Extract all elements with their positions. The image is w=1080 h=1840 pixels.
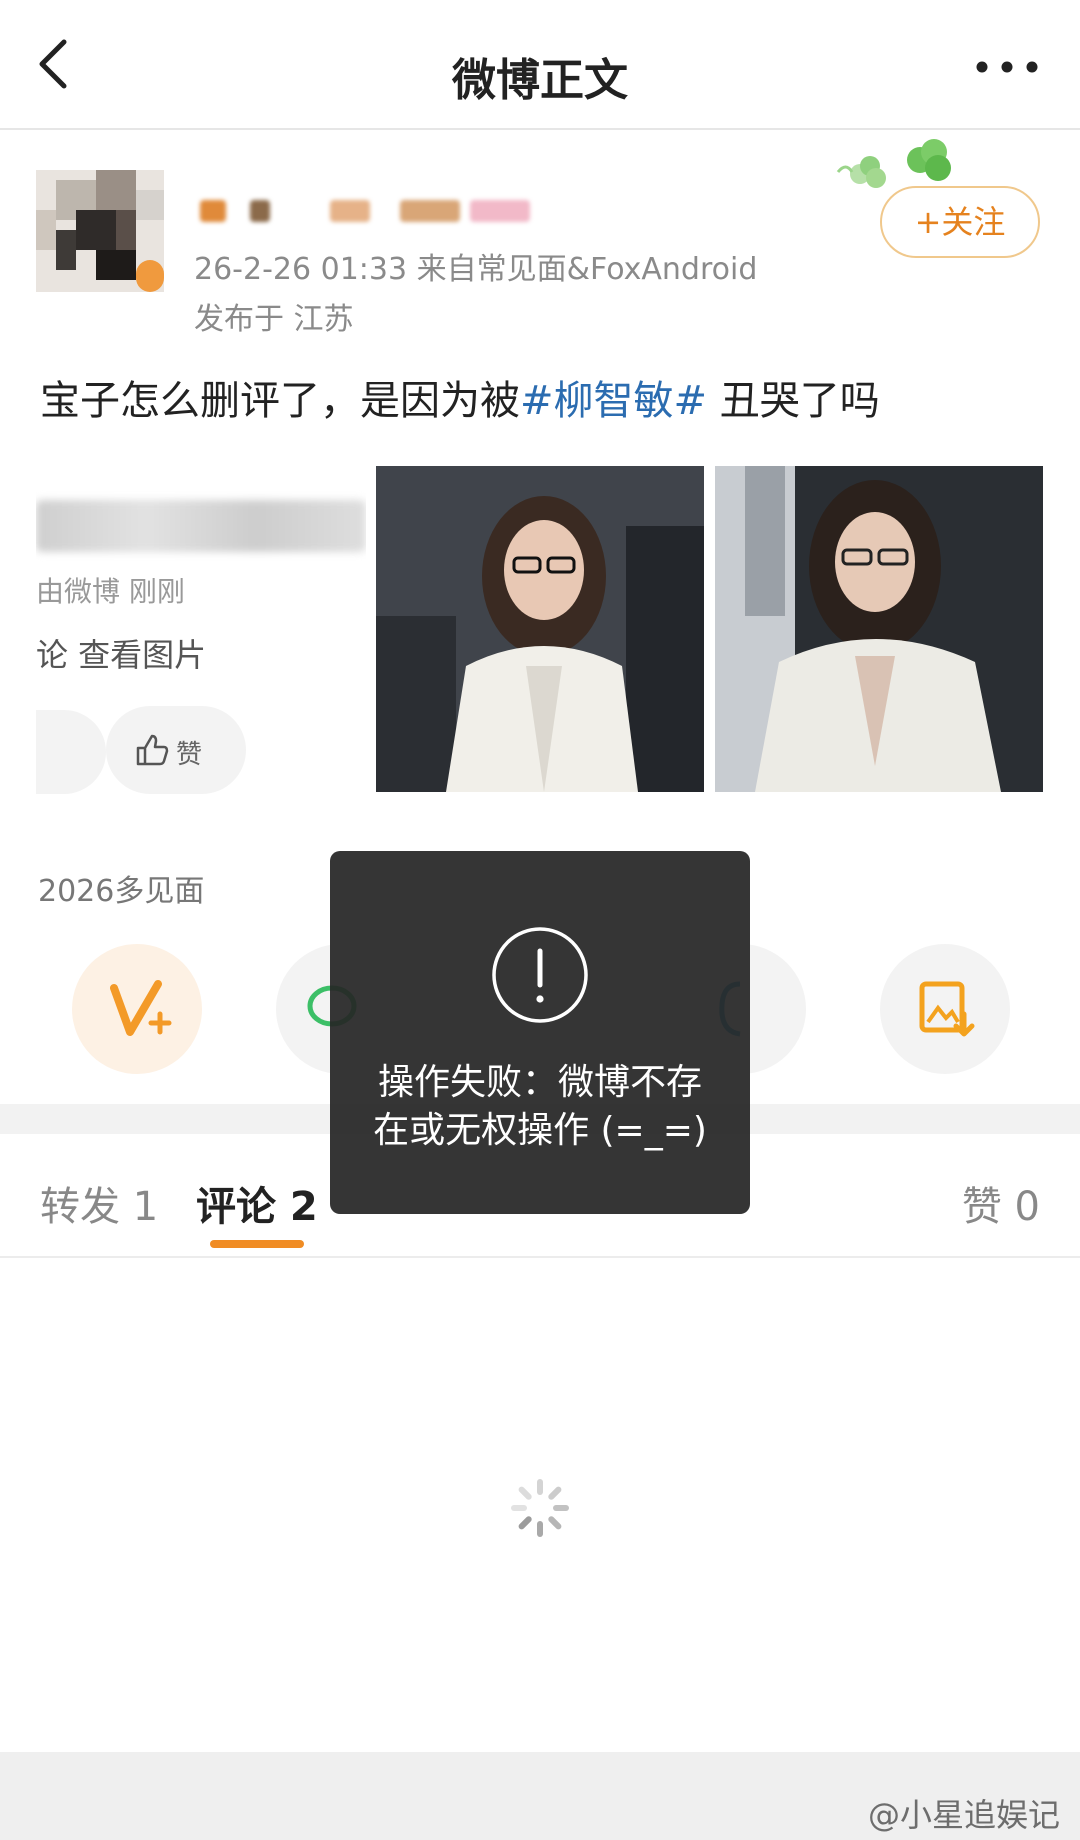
page-title: 微博正文	[452, 55, 628, 106]
quoted-post-snippet[interactable]: 由微博 刚刚 论 查看图片 赞	[36, 480, 366, 820]
tab-repost[interactable]: 转发 1	[40, 1174, 158, 1232]
snippet-source: 由微博 刚刚	[36, 575, 185, 608]
loading-spinner-icon	[511, 1479, 569, 1537]
toast-message-line1: 操作失败：微博不存	[377, 1062, 702, 1103]
save-image-icon	[919, 981, 975, 1037]
hint-text: 2026多见面	[38, 874, 205, 909]
more-dots-icon[interactable]	[972, 52, 1042, 82]
post-text-start: 宝子怎么删评了，是因为被	[40, 378, 520, 424]
snippet-like-label: 赞	[176, 740, 203, 770]
post-location: 发布于 江苏	[194, 302, 354, 337]
snippet-action-pill[interactable]	[36, 710, 106, 794]
post-timestamp-source: 26-2-26 01:33 来自常见面&FoxAndroid	[194, 252, 758, 287]
exclamation-icon	[492, 927, 588, 1023]
photo-illustration	[376, 466, 704, 792]
weibo-post-page: 微博正文 26-2-26 01:33 来自常见面&FoxAndroid 发布于 …	[0, 0, 1080, 1840]
follow-button[interactable]: +关注	[880, 186, 1040, 258]
post-text-end: 丑哭了吗	[707, 378, 880, 424]
view-images-link[interactable]: 论 查看图片	[36, 630, 206, 676]
toast-message-line2: 在或无权操作 (=_=)	[373, 1110, 707, 1151]
blurred-text	[36, 500, 366, 552]
error-toast: 操作失败：微博不存 在或无权操作 (=_=)	[330, 851, 750, 1214]
tab-like[interactable]: 赞 0	[962, 1174, 1040, 1232]
active-tab-indicator	[210, 1240, 304, 1248]
snippet-like-button[interactable]: 赞	[106, 706, 246, 794]
author-name[interactable]	[200, 192, 530, 226]
post-image-1[interactable]	[376, 466, 704, 792]
avatar[interactable]	[36, 150, 164, 292]
tab-border	[0, 1256, 1080, 1258]
vplus-icon	[110, 980, 172, 1036]
thumbs-up-icon	[136, 734, 169, 766]
photo-illustration	[715, 466, 1043, 792]
post-content: 宝子怎么删评了，是因为被#柳智敏# 丑哭了吗	[40, 368, 880, 426]
topic-link[interactable]: #柳智敏#	[520, 378, 707, 424]
vplus-action-button[interactable]	[72, 944, 202, 1074]
save-image-button[interactable]	[880, 944, 1010, 1074]
watermark: @小星追娱记	[867, 1796, 1060, 1834]
toast-message: 操作失败：微博不存 在或无权操作 (=_=)	[360, 1059, 720, 1155]
tab-comment[interactable]: 评论 2	[196, 1174, 318, 1232]
post-image-2[interactable]	[715, 466, 1043, 792]
nav-bar: 微博正文	[0, 0, 1080, 130]
